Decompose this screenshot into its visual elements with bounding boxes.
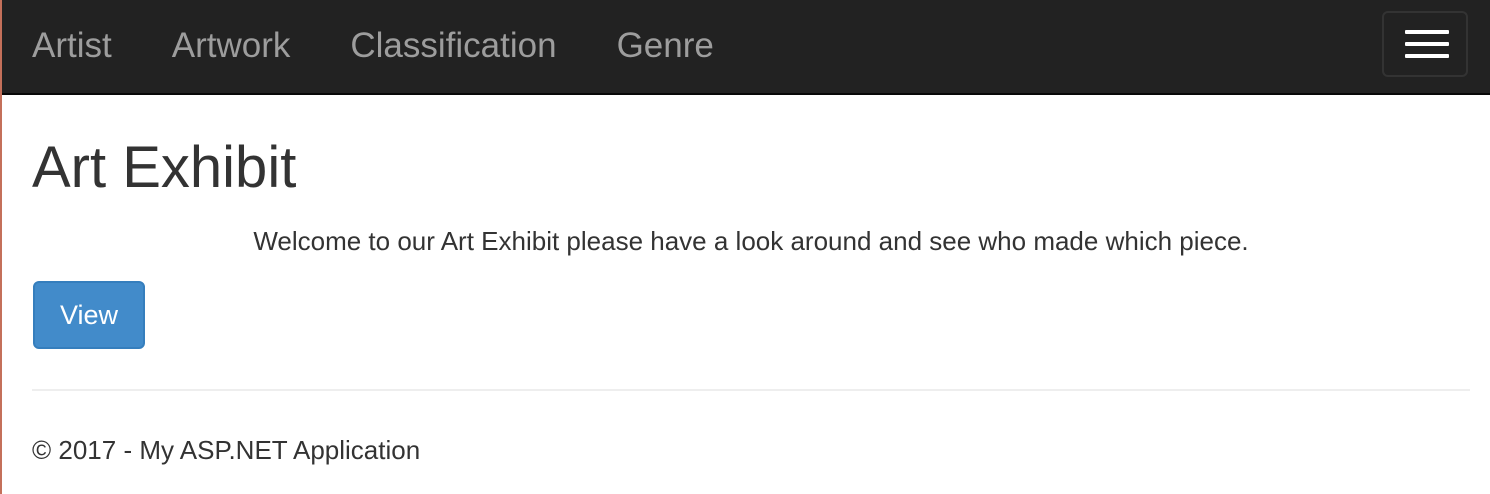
nav-link-classification[interactable]: Classification bbox=[350, 26, 556, 65]
footer-copyright: © 2017 - My ASP.NET Application bbox=[32, 435, 421, 465]
view-button[interactable]: View bbox=[33, 281, 145, 349]
hamburger-bar bbox=[1405, 30, 1449, 34]
page-title: Art Exhibit bbox=[32, 135, 297, 200]
footer-divider bbox=[32, 389, 1470, 391]
nav-link-artwork[interactable]: Artwork bbox=[172, 26, 291, 65]
nav-item-artwork: Artwork bbox=[172, 26, 351, 66]
hamburger-bar bbox=[1405, 54, 1449, 58]
welcome-text: Welcome to our Art Exhibit please have a… bbox=[253, 226, 1249, 256]
nav-links: Artist Artwork Classification Genre bbox=[32, 0, 774, 91]
navbar-toggle-button[interactable] bbox=[1382, 11, 1468, 77]
nav-link-artist[interactable]: Artist bbox=[32, 26, 112, 65]
nav-item-classification: Classification bbox=[350, 26, 616, 66]
nav-item-artist: Artist bbox=[32, 26, 172, 66]
nav-link-genre[interactable]: Genre bbox=[617, 26, 714, 65]
nav-item-genre: Genre bbox=[617, 26, 774, 66]
navbar: Artist Artwork Classification Genre bbox=[2, 0, 1490, 95]
hamburger-bar bbox=[1405, 42, 1449, 46]
